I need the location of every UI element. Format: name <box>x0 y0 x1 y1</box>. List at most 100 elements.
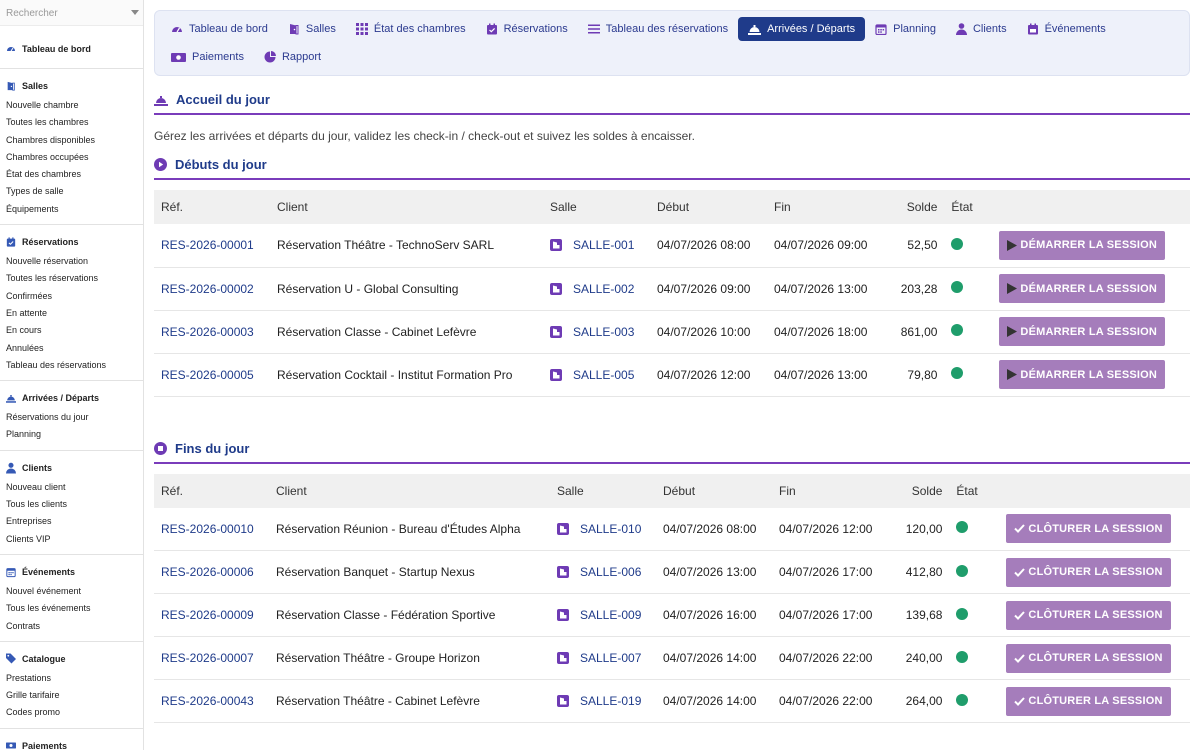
room-link[interactable]: SALLE-005 <box>550 368 634 382</box>
start-session-button[interactable]: DÉMARRER LA SESSION <box>999 317 1166 346</box>
start-datetime: 04/07/2026 14:00 <box>656 636 772 680</box>
sidebar-item[interactable]: Tableau des réservations <box>0 357 143 374</box>
calendar-check-icon <box>6 237 16 247</box>
sidebar-item[interactable]: Nouvel événement <box>0 583 143 600</box>
button-label: DÉMARRER LA SESSION <box>1020 368 1158 381</box>
room-link[interactable]: SALLE-006 <box>557 565 641 579</box>
sidebar-group-title: Événements <box>22 566 76 577</box>
sidebar-item[interactable]: Confirmées <box>0 288 143 305</box>
reservation-ref[interactable]: RES-2026-00003 <box>154 310 270 354</box>
reservation-ref[interactable]: RES-2026-00043 <box>154 679 269 723</box>
sidebar-item[interactable]: Nouvelle réservation <box>0 253 143 270</box>
balance: 240,00 <box>879 636 950 680</box>
sidebar-group-header[interactable]: Paiements <box>0 735 143 750</box>
close-session-button[interactable]: CLÔTURER LA SESSION <box>1006 514 1171 544</box>
sidebar-item[interactable]: Réservations du jour <box>0 409 143 426</box>
sidebar-group-header[interactable]: Catalogue <box>0 648 143 670</box>
sidebar-item[interactable]: Chambres disponibles <box>0 132 143 149</box>
bell-icon <box>154 94 168 106</box>
sidebar-group-header[interactable]: Salles <box>0 75 143 97</box>
action-cell: DÉMARRER LA SESSION <box>992 224 1190 268</box>
reservation-ref[interactable]: RES-2026-00010 <box>154 507 269 551</box>
nav-tab[interactable]: État des chambres <box>346 17 476 41</box>
client-name: Réservation Théâtre - Cabinet Lefèvre <box>269 679 550 723</box>
balance: 139,68 <box>879 593 950 637</box>
sidebar-item[interactable]: Prestations <box>0 670 143 687</box>
action-cell: CLÔTURER LA SESSION <box>999 636 1190 680</box>
calendar-check-icon <box>486 23 498 35</box>
nav-tab[interactable]: Arrivées / Départs <box>738 17 866 41</box>
client-name: Réservation Théâtre - TechnoServ SARL <box>270 224 543 268</box>
status-dot <box>951 367 964 379</box>
nav-tab[interactable]: Clients <box>946 17 1017 41</box>
sidebar-item[interactable]: Nouveau client <box>0 479 143 496</box>
sidebar-item[interactable]: En attente <box>0 305 143 322</box>
reservation-ref[interactable]: RES-2026-00009 <box>154 593 269 637</box>
room-link[interactable]: SALLE-007 <box>557 651 641 665</box>
client-name: Réservation Banquet - Startup Nexus <box>269 550 550 594</box>
reservation-ref[interactable]: RES-2026-00002 <box>154 267 270 311</box>
sidebar-item[interactable]: État des chambres <box>0 166 143 183</box>
start-session-button[interactable]: DÉMARRER LA SESSION <box>999 274 1166 303</box>
room-link[interactable]: SALLE-010 <box>557 522 641 536</box>
nav-tab[interactable]: Rapport <box>254 45 331 69</box>
sidebar-item[interactable]: Nouvelle chambre <box>0 97 143 114</box>
nav-tab[interactable]: Événements <box>1017 17 1116 41</box>
main-content: Tableau de bord Salles État des chambres Ré… <box>144 0 1200 750</box>
room-link[interactable]: SALLE-019 <box>557 694 641 708</box>
nav-tab-label: Planning <box>893 23 936 35</box>
nav-tab[interactable]: Salles <box>278 17 346 41</box>
reservation-ref[interactable]: RES-2026-00001 <box>154 224 270 268</box>
sidebar-group-header[interactable]: Événements <box>0 561 143 583</box>
start-session-button[interactable]: DÉMARRER LA SESSION <box>999 360 1166 389</box>
sidebar-item[interactable]: Types de salle <box>0 183 143 200</box>
sidebar-group-title: Paiements <box>22 740 68 750</box>
ends-title-text: Fins du jour <box>175 440 250 456</box>
nav-tab[interactable]: Tableau des réservations <box>578 17 738 41</box>
door-icon <box>6 81 16 91</box>
close-session-button[interactable]: CLÔTURER LA SESSION <box>1006 600 1171 630</box>
close-session-button[interactable]: CLÔTURER LA SESSION <box>1006 557 1171 587</box>
sidebar-item-dashboard[interactable]: Tableau de bord <box>0 38 143 60</box>
start-session-button[interactable]: DÉMARRER LA SESSION <box>999 230 1166 260</box>
sidebar-item[interactable]: Chambres occupées <box>0 149 143 166</box>
sidebar-item[interactable]: En cours <box>0 322 143 339</box>
sidebar-group-header[interactable]: Réservations <box>0 231 143 253</box>
sidebar-group-header[interactable]: Arrivées / Départs <box>0 387 143 409</box>
sidebar-item[interactable]: Planning <box>0 426 143 443</box>
sidebar-item[interactable]: Annulées <box>0 340 143 357</box>
chevron-down-icon[interactable] <box>131 10 139 15</box>
nav-tab[interactable]: Tableau de bord <box>161 17 278 41</box>
sidebar-item[interactable]: Entreprises <box>0 513 143 530</box>
table-header-row: Réf. Client Salle Début Fin Solde État <box>154 190 1190 224</box>
reservation-ref[interactable]: RES-2026-00006 <box>154 550 269 594</box>
close-session-button[interactable]: CLÔTURER LA SESSION <box>1006 686 1171 716</box>
ends-section-title: Fins du jour <box>154 441 1190 464</box>
sidebar-item[interactable]: Clients VIP <box>0 531 143 548</box>
page-title: Accueil du jour <box>154 92 1190 115</box>
table-row: RES-2026-00006 Réservation Banquet - Star… <box>154 550 1190 594</box>
reservation-ref[interactable]: RES-2026-00005 <box>154 353 270 397</box>
sidebar-item[interactable]: Toutes les chambres <box>0 114 143 131</box>
sidebar-group-header[interactable]: Clients <box>0 457 143 479</box>
nav-tab[interactable]: Planning <box>865 17 946 41</box>
sidebar-item[interactable]: Tous les événements <box>0 600 143 617</box>
close-session-button[interactable]: CLÔTURER LA SESSION <box>1006 643 1171 673</box>
sidebar-group-title: Catalogue <box>22 653 66 664</box>
room-link[interactable]: SALLE-003 <box>550 325 634 339</box>
nav-tab[interactable]: Réservations <box>476 17 578 41</box>
sidebar-item[interactable]: Équipements <box>0 201 143 218</box>
sidebar-item[interactable]: Tous les clients <box>0 496 143 513</box>
sidebar-item[interactable]: Codes promo <box>0 704 143 721</box>
sidebar-item[interactable]: Contrats <box>0 618 143 635</box>
nav-tab[interactable]: Paiements <box>161 45 254 69</box>
sidebar-item[interactable]: Toutes les réservations <box>0 270 143 287</box>
reservation-ref[interactable]: RES-2026-00007 <box>154 636 269 680</box>
nav-tab-label: Salles <box>305 23 336 35</box>
search-input[interactable] <box>0 0 143 26</box>
room-link[interactable]: SALLE-001 <box>550 238 634 252</box>
room-link[interactable]: SALLE-002 <box>550 282 634 296</box>
sidebar-item[interactable]: Grille tarifaire <box>0 687 143 704</box>
room-link[interactable]: SALLE-009 <box>557 608 641 622</box>
status-dot <box>956 693 969 706</box>
